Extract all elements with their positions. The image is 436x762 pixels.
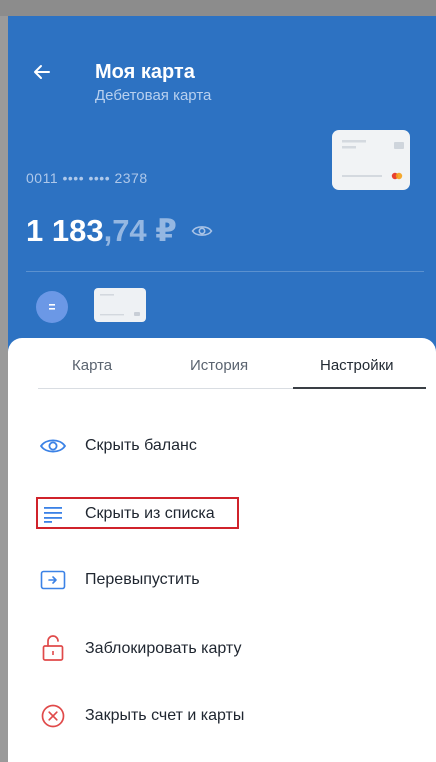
card-thumbnail[interactable]	[94, 288, 146, 322]
reissue-item[interactable]: Перевыпустить	[36, 560, 416, 600]
tab-card[interactable]: Карта	[72, 356, 112, 376]
settings-sheet: Карта История Настройки Скрыть баланс Ск…	[8, 338, 436, 762]
close-account-label: Закрыть счет и карты	[85, 707, 245, 724]
eye-icon	[36, 429, 70, 463]
page-title: Моя карта	[95, 61, 195, 83]
card-header: Моя карта Дебетовая карта 0011 •••• ••••…	[8, 16, 436, 376]
eye-icon[interactable]	[191, 223, 213, 239]
list-icon	[36, 497, 70, 531]
tab-history[interactable]: История	[190, 356, 248, 376]
card-illustration-icon	[342, 140, 404, 180]
header-divider	[26, 271, 424, 272]
back-button[interactable]	[24, 54, 60, 90]
block-card-item[interactable]: Заблокировать карту	[36, 629, 416, 669]
card-menu-button[interactable]	[36, 291, 68, 323]
hide-from-list-label: Скрыть из списка	[85, 505, 215, 522]
hide-balance-label: Скрыть баланс	[85, 437, 197, 454]
close-circle-icon	[36, 699, 70, 733]
balance-integer: 1 183	[26, 213, 104, 248]
hide-from-list-item[interactable]: Скрыть из списка	[36, 494, 416, 534]
status-bar	[0, 0, 436, 16]
lock-icon	[36, 632, 70, 666]
card-illustration-icon	[100, 294, 140, 316]
reissue-label: Перевыпустить	[85, 571, 200, 588]
card-image	[332, 130, 410, 190]
balance: 1 183,74 ₽	[26, 212, 213, 250]
card-number: 0011 •••• •••• 2378	[26, 170, 148, 186]
arrow-left-icon	[34, 65, 50, 79]
reissue-arrow-icon	[36, 563, 70, 597]
tab-settings[interactable]: Настройки	[320, 356, 394, 376]
active-tab-indicator	[293, 387, 426, 389]
balance-decimal: ,74 ₽	[103, 213, 177, 248]
block-card-label: Заблокировать карту	[85, 640, 242, 657]
menu-lines-icon	[49, 304, 55, 310]
close-account-item[interactable]: Закрыть счет и карты	[36, 696, 416, 736]
hide-balance-item[interactable]: Скрыть баланс	[36, 426, 416, 466]
screen-edge	[0, 16, 8, 762]
page-subtitle: Дебетовая карта	[95, 87, 212, 104]
